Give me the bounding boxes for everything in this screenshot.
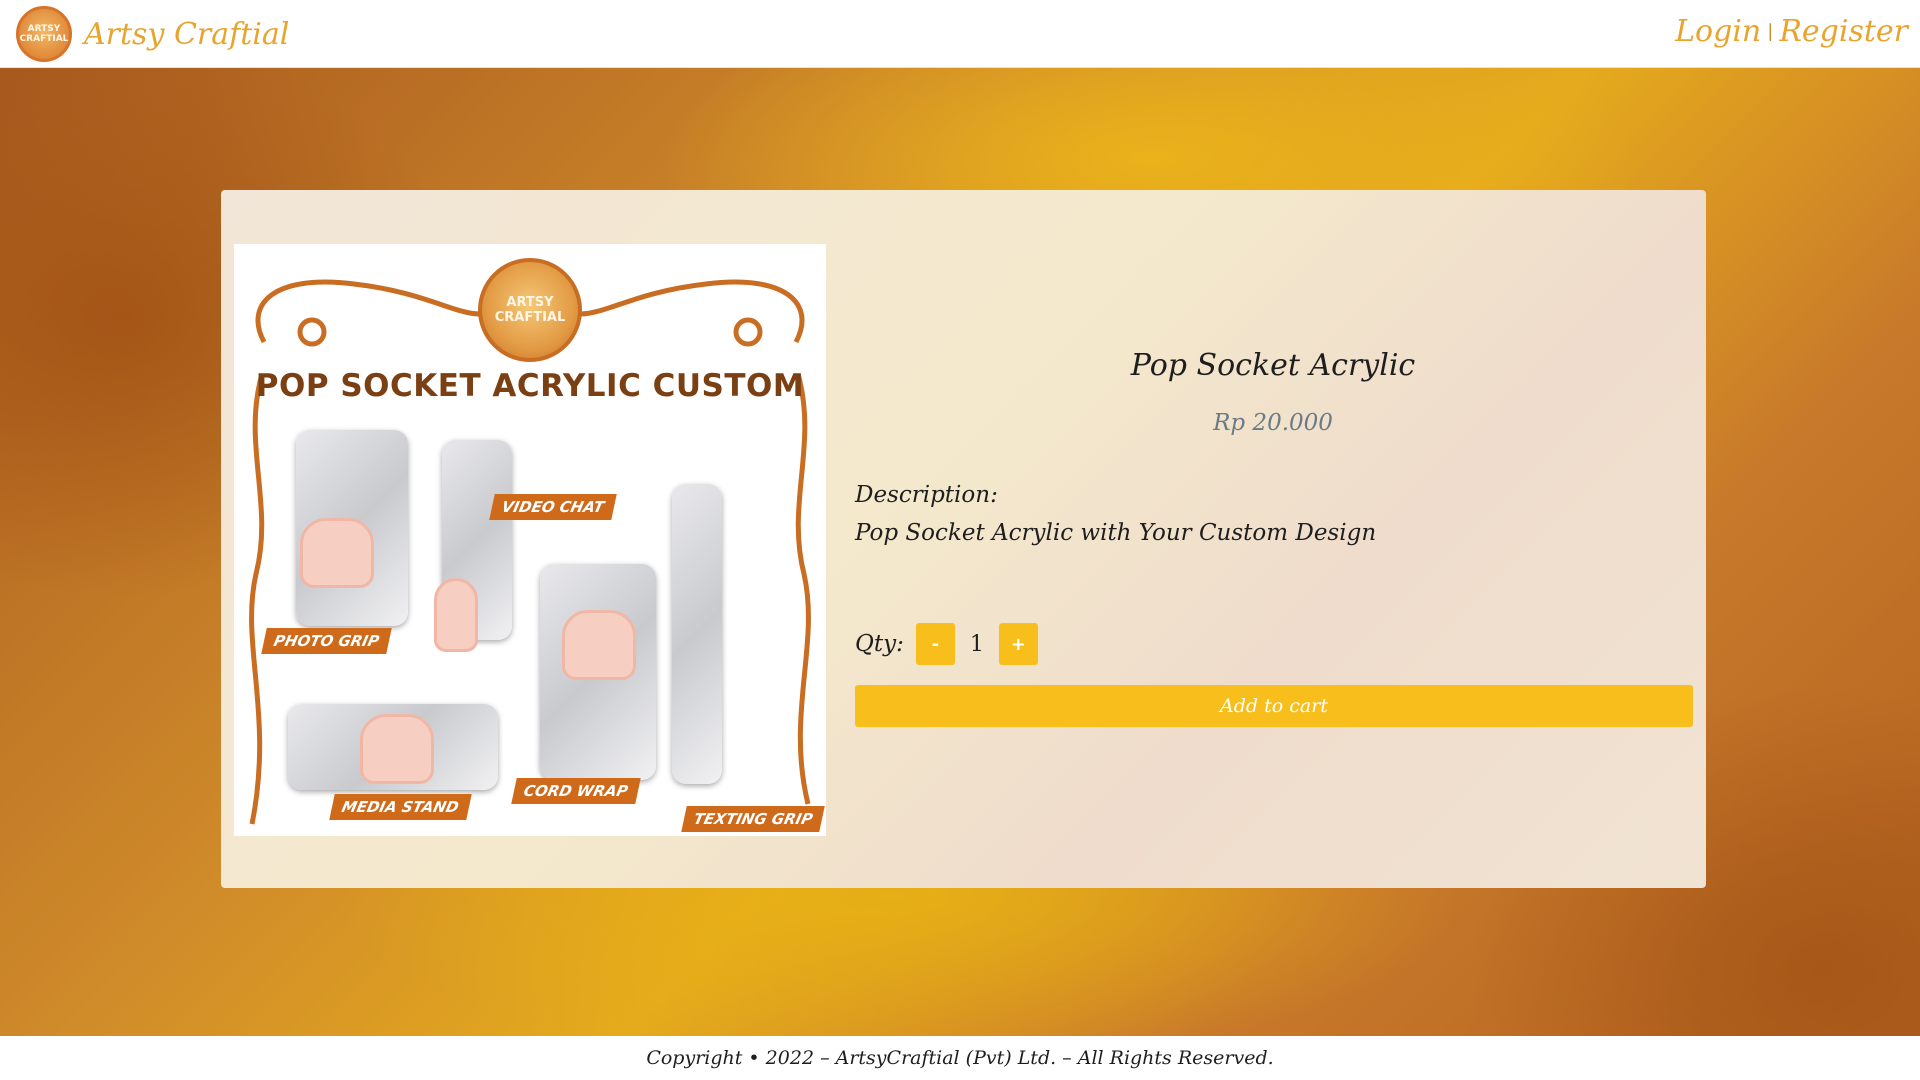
decrease-qty-button[interactable]: - <box>915 623 955 665</box>
pop-grip-1 <box>300 518 374 588</box>
brand-logo-text: ARTSY CRAFTIAL <box>19 24 69 44</box>
page-background: ARTSY CRAFTIAL POP SOCKET ACRYLIC CUSTOM… <box>0 68 1920 1036</box>
tag-texting-grip: TEXTING GRIP <box>681 806 826 832</box>
tag-photo-grip: PHOTO GRIP <box>261 628 392 654</box>
qty-value: 1 <box>969 631 984 657</box>
site-header: ARTSY CRAFTIAL Artsy Craftial Login | Re… <box>0 0 1920 68</box>
brand-home-link[interactable]: ARTSY CRAFTIAL Artsy Craftial <box>16 6 289 62</box>
add-to-cart-button[interactable]: Add to cart <box>855 685 1693 727</box>
product-info: Pop Socket Acrylic Rp 20.000 Description… <box>853 190 1693 888</box>
seal-text: ARTSY CRAFTIAL <box>494 295 566 325</box>
product-title: Pop Socket Acrylic <box>1130 348 1416 383</box>
image-title: POP SOCKET ACRYLIC CUSTOM <box>255 368 805 404</box>
register-link[interactable]: Register <box>1779 14 1908 49</box>
description-label: Description: <box>855 482 998 508</box>
login-link[interactable]: Login <box>1675 14 1761 49</box>
brand-name: Artsy Craftial <box>84 16 290 52</box>
auth-separator: | <box>1767 21 1774 42</box>
qty-label: Qty: <box>855 631 904 657</box>
phone-texting-grip <box>672 484 722 784</box>
auth-links: Login | Register <box>1675 14 1908 49</box>
site-footer: Copyright • 2022 – ArtsyCraftial (Pvt) L… <box>0 1036 1920 1080</box>
copyright-text: Copyright • 2022 – ArtsyCraftial (Pvt) L… <box>646 1047 1274 1069</box>
artsy-craftial-seal: ARTSY CRAFTIAL <box>478 258 582 362</box>
tag-cord-wrap: CORD WRAP <box>511 778 641 804</box>
pop-grip-4 <box>360 714 434 784</box>
brand-logo: ARTSY CRAFTIAL <box>16 6 72 62</box>
product-card: ARTSY CRAFTIAL POP SOCKET ACRYLIC CUSTOM… <box>221 190 1706 888</box>
pop-grip-2 <box>434 578 478 652</box>
tag-media-stand: MEDIA STAND <box>329 794 472 820</box>
quantity-stepper: Qty: - 1 + <box>855 623 1038 665</box>
tag-video-chat: VIDEO CHAT <box>489 494 617 520</box>
increase-qty-button[interactable]: + <box>998 623 1038 665</box>
description-text: Pop Socket Acrylic with Your Custom Desi… <box>855 520 1377 546</box>
product-price: Rp 20.000 <box>1213 410 1333 436</box>
product-image: ARTSY CRAFTIAL POP SOCKET ACRYLIC CUSTOM… <box>234 244 826 836</box>
pop-grip-3 <box>562 610 636 680</box>
